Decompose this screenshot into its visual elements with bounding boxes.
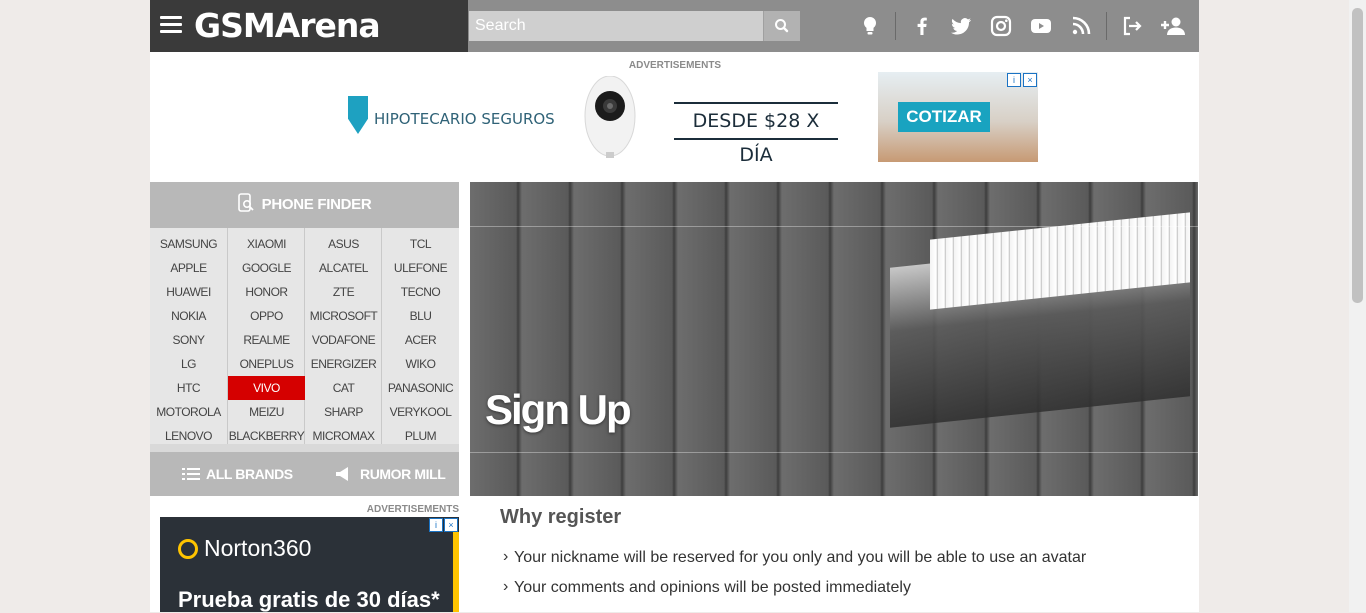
side-ad-accent-bar (453, 532, 459, 612)
header-divider (895, 12, 896, 40)
brand-link-microsoft[interactable]: MICROSOFT (305, 304, 382, 328)
brand-link-zte[interactable]: ZTE (305, 280, 382, 304)
brand-column: XIAOMI GOOGLE HONOR OPPO REALME ONEPLUS VIVO ME… (228, 232, 305, 448)
reason-item: Your nickname will be reserved for you o… (514, 549, 1087, 566)
rss-icon[interactable] (1069, 14, 1093, 38)
scrollbar-thumb[interactable] (1352, 8, 1363, 303)
brand-link-meizu[interactable]: MEIZU (228, 400, 305, 424)
brand-link-motorola[interactable]: MOTOROLA (150, 400, 227, 424)
adchoices-icon[interactable]: i (429, 518, 443, 532)
chevron-right-icon: › (503, 578, 509, 595)
ad-price-text: DESDE $28 X DÍA (674, 102, 838, 166)
hero-rule (470, 226, 1198, 227)
brand-link-acer[interactable]: ACER (382, 328, 459, 352)
brand-link-huawei[interactable]: HUAWEI (150, 280, 227, 304)
brand-link-samsung[interactable]: SAMSUNG (150, 232, 227, 256)
brand-link-asus[interactable]: ASUS (305, 232, 382, 256)
quote-button[interactable]: COTIZAR (898, 102, 990, 132)
header-divider (1106, 12, 1107, 40)
instagram-icon[interactable] (989, 14, 1013, 38)
adchoices-icon[interactable]: i (1007, 73, 1021, 87)
brand-link-nokia[interactable]: NOKIA (150, 304, 227, 328)
brand-link-honor[interactable]: HONOR (228, 280, 305, 304)
reason-item: Your comments and opinions will be poste… (514, 579, 911, 596)
youtube-icon[interactable] (1029, 14, 1053, 38)
all-brands-label: ALL BRANDS (206, 466, 293, 482)
norton-check-icon (178, 539, 198, 559)
brand-link-verykool[interactable]: VERYKOOL (382, 400, 459, 424)
camera-product-icon (584, 76, 636, 158)
brand-link-vodafone[interactable]: VODAFONE (305, 328, 382, 352)
insurance-logo-icon (348, 96, 368, 134)
brand-link-alcatel[interactable]: ALCATEL (305, 256, 382, 280)
menu-icon[interactable] (160, 16, 182, 34)
search-box (469, 11, 800, 41)
search-button[interactable] (763, 11, 800, 41)
brand-link-energizer[interactable]: ENERGIZER (305, 352, 382, 376)
brand-column: TCL ULEFONE TECNO BLU ACER WIKO PANASONIC VERYK… (382, 232, 459, 448)
tip-us-icon[interactable] (858, 14, 882, 38)
signup-icon[interactable] (1159, 14, 1187, 38)
chevron-right-icon: › (503, 548, 509, 565)
megaphone-icon (336, 467, 348, 481)
brand-link-htc[interactable]: HTC (150, 376, 227, 400)
phone-finder-title: PHONE FINDER (261, 196, 372, 213)
close-ad-icon[interactable]: × (1023, 73, 1037, 87)
top-banner-ad[interactable]: HIPOTECARIO SEGUROS DESDE $28 X DÍA COTI… (330, 72, 1038, 166)
brand-column: ASUS ALCATEL ZTE MICROSOFT VODAFONE ENERGIZER… (305, 232, 382, 448)
brand-link-lg[interactable]: LG (150, 352, 227, 376)
site-logo[interactable]: GSMArena (194, 6, 381, 46)
rumor-mill-link[interactable]: RUMOR MILL (334, 452, 446, 496)
search-icon (775, 19, 789, 33)
phone-search-icon (237, 193, 254, 212)
all-brands-link[interactable]: ALL BRANDS (182, 452, 293, 496)
close-ad-icon[interactable]: × (444, 518, 458, 532)
brand-link-sharp[interactable]: SHARP (305, 400, 382, 424)
brand-link-google[interactable]: GOOGLE (228, 256, 305, 280)
side-ad[interactable]: Norton360 Prueba gratis de 30 días* (160, 517, 459, 612)
brand-link-ulefone[interactable]: ULEFONE (382, 256, 459, 280)
brand-link-blu[interactable]: BLU (382, 304, 459, 328)
brand-link-micromax[interactable]: MICROMAX (305, 424, 382, 448)
brand-link-oppo[interactable]: OPPO (228, 304, 305, 328)
brand-column: SAMSUNG APPLE HUAWEI NOKIA SONY LG HTC MOTOROLA… (150, 232, 227, 448)
brand-link-panasonic[interactable]: PANASONIC (382, 376, 459, 400)
brand-link-sony[interactable]: SONY (150, 328, 227, 352)
brand-link-tecno[interactable]: TECNO (382, 280, 459, 304)
brand-link-cat[interactable]: CAT (305, 376, 382, 400)
brand-link-oneplus[interactable]: ONEPLUS (228, 352, 305, 376)
phone-finder: PHONE FINDER SAMSUNG APPLE HUAWEI NOKIA SONY… (150, 182, 459, 496)
brand-link-apple[interactable]: APPLE (150, 256, 227, 280)
phone-finder-footer: ALL BRANDS RUMOR MILL (150, 452, 459, 496)
twitter-icon[interactable] (949, 14, 973, 38)
ad-label: ADVERTISEMENTS (628, 60, 722, 71)
brand-link-blackberry[interactable]: BLACKBERRY (228, 424, 305, 448)
facebook-icon[interactable] (910, 14, 934, 38)
norton-promo: Prueba gratis de 30 días* (178, 587, 440, 612)
rumor-mill-label: RUMOR MILL (360, 466, 446, 482)
list-icon (182, 468, 200, 480)
brand-link-wiko[interactable]: WIKO (382, 352, 459, 376)
hero-rule (470, 452, 1198, 453)
brand-link-plum[interactable]: PLUM (382, 424, 459, 448)
brand-link-vivo[interactable]: VIVO (228, 376, 305, 400)
phone-finder-header[interactable]: PHONE FINDER (150, 182, 459, 228)
ad-label: ADVERTISEMENTS (366, 504, 459, 515)
brand-link-realme[interactable]: REALME (228, 328, 305, 352)
brand-link-tcl[interactable]: TCL (382, 232, 459, 256)
page-scrollbar[interactable] (1349, 0, 1366, 612)
login-icon[interactable] (1120, 14, 1144, 38)
search-input[interactable] (469, 11, 759, 41)
hero-banner (470, 182, 1198, 496)
brand-link-xiaomi[interactable]: XIAOMI (228, 232, 305, 256)
ad-brand-text: HIPOTECARIO SEGUROS (374, 110, 555, 128)
brand-link-lenovo[interactable]: LENOVO (150, 424, 227, 448)
why-register-heading: Why register (500, 506, 622, 528)
norton-brand: Norton360 (204, 535, 312, 561)
page-title: Sign Up (485, 386, 632, 433)
